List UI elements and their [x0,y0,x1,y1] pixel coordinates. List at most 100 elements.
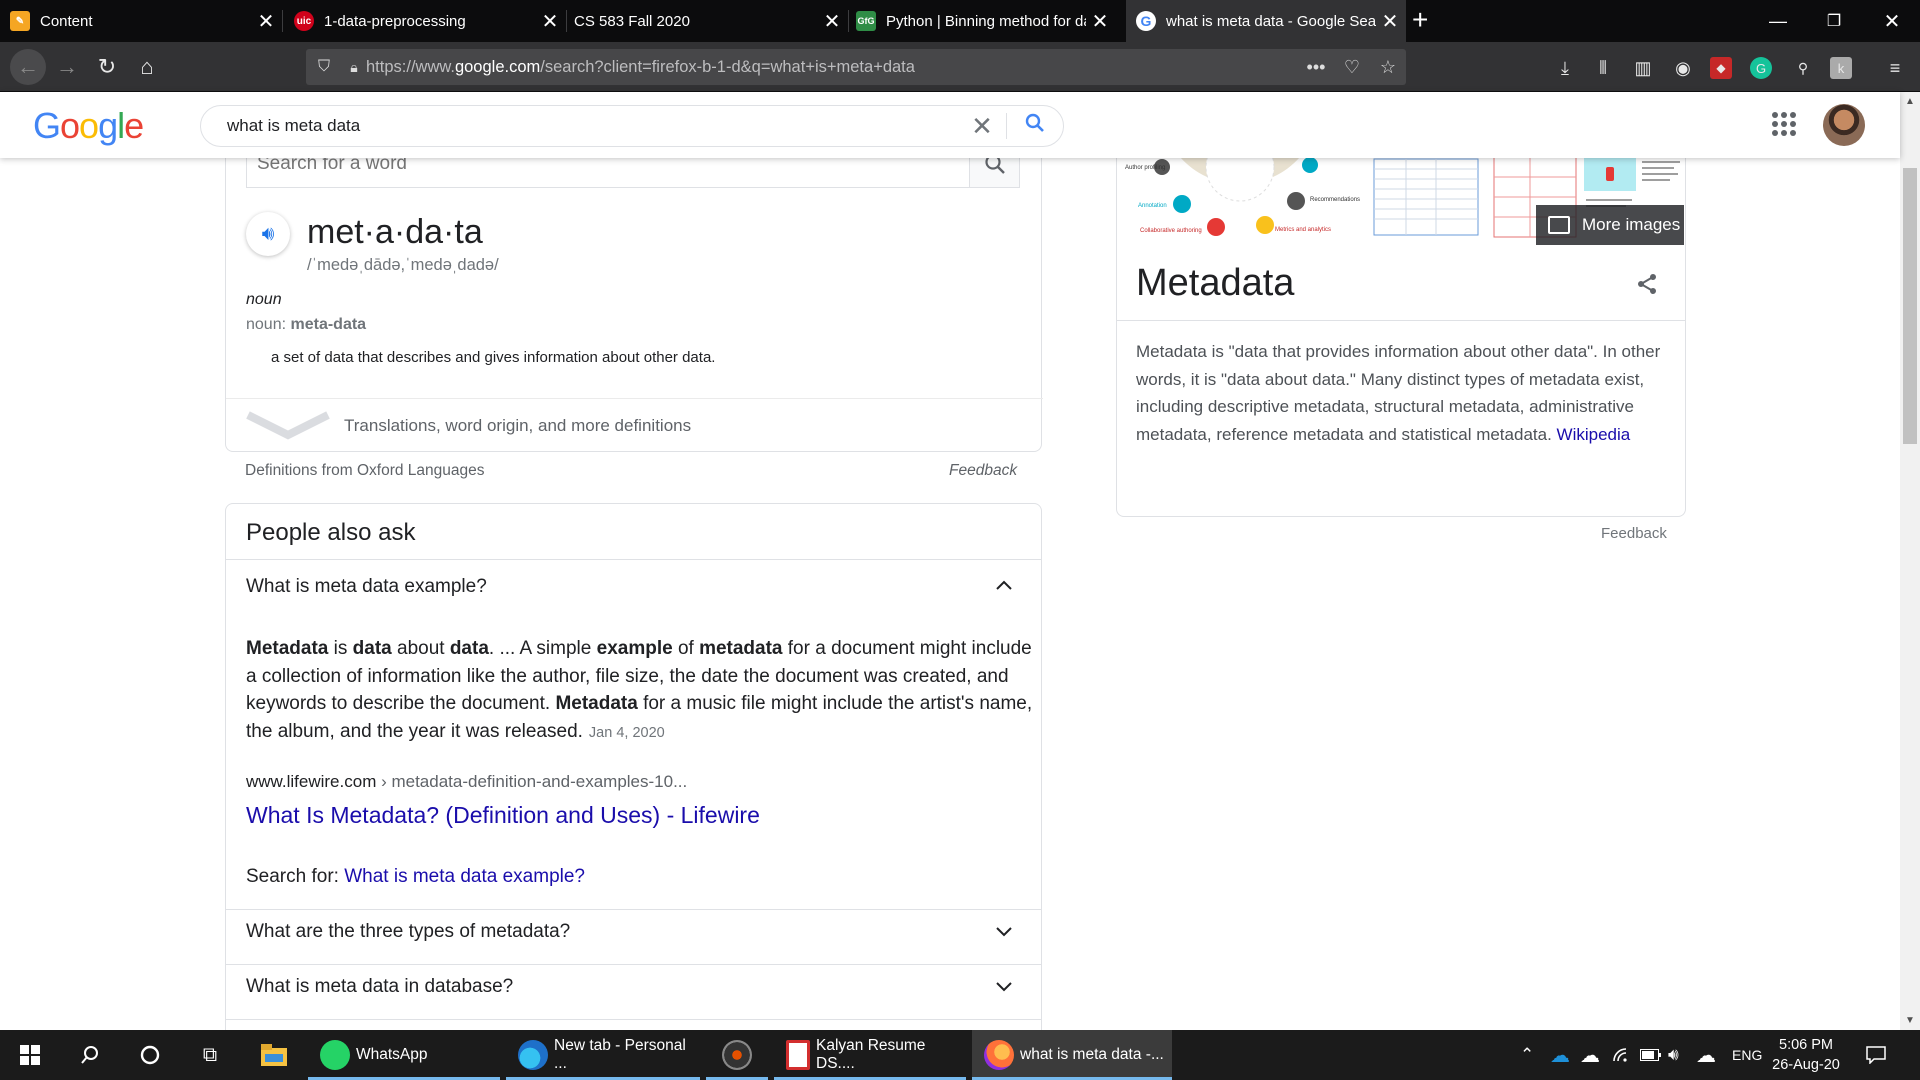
app-label: Kalyan Resume DS.... [816,1037,926,1072]
paa-question-expanded[interactable]: What is meta data example? [226,559,1041,614]
volume-icon[interactable]: 🔊︎ [1668,1030,1679,1080]
browser-tab-strip: ✎ Content ✕ uic 1-data-preprocessing ✕ C… [0,0,1920,42]
extension-icon[interactable]: k [1830,57,1852,79]
forward-icon[interactable]: → [52,52,82,82]
bookmark-star-icon[interactable]: ☆ [1370,57,1406,78]
extension-icon[interactable]: ◆ [1710,57,1732,79]
tab-content[interactable]: ✎ Content ✕ [0,0,280,42]
clock[interactable]: 5:06 PM 26-Aug-20 [1766,1035,1846,1075]
grammarly-icon[interactable]: G [1750,57,1772,79]
sidebar-icon[interactable]: ▥ [1630,55,1656,81]
search-icon[interactable] [60,1030,120,1080]
onedrive-personal-icon[interactable]: ☁ [1580,1030,1600,1080]
home-icon[interactable]: ⌂ [132,52,162,82]
taskbar-app-pdf[interactable]: Kalyan Resume DS.... [774,1030,966,1080]
more-definitions-toggle[interactable]: Translations, word origin, and more defi… [226,398,1043,451]
downloads-icon[interactable]: ⤓ [1552,55,1578,81]
metadata-diagram-image[interactable]: Author profiling Annotation Collaborativ… [1120,157,1362,269]
onedrive-icon[interactable]: ☁ [1550,1030,1570,1080]
speaker-icon[interactable]: 🔊︎ [246,212,290,256]
scrollbar-thumb[interactable] [1903,168,1917,444]
feedback-link[interactable]: Feedback [949,462,1017,480]
tab-data-preprocessing[interactable]: uic 1-data-preprocessing ✕ [284,0,564,42]
taskbar-app-firefox[interactable]: what is meta data -... [972,1030,1172,1080]
menu-icon[interactable]: ≡ [1882,55,1908,81]
new-tab-button[interactable]: + [1412,4,1428,36]
close-icon[interactable]: ✕ [252,9,280,34]
close-icon[interactable]: ✕ [818,9,846,34]
back-icon[interactable]: ← [10,49,46,85]
reload-icon[interactable]: ↻ [92,52,122,82]
file-explorer-icon[interactable] [244,1030,304,1080]
result-citation[interactable]: www.lifewire.com › metadata-definition-a… [246,772,687,792]
address-bar[interactable]: ⛉ 🔒︎ https://www.google.com/search?clien… [306,49,1406,85]
whatsapp-icon [320,1040,350,1070]
close-icon[interactable]: ✕ [1376,9,1404,34]
show-hidden-icons[interactable]: ⌃ [1520,1030,1534,1080]
google-logo[interactable]: Google [33,105,144,147]
more-images-button[interactable]: More images [1536,205,1684,245]
cloud-sync-icon[interactable]: ☁ [1696,1030,1716,1080]
google-header: Google ✕ [0,92,1900,158]
scroll-down-icon[interactable]: ▼ [1900,1015,1920,1026]
paa-question[interactable]: What is meta data in database? [226,964,1041,1009]
tab-google-search[interactable]: G what is meta data - Google Sea ✕ [1126,0,1406,42]
google-apps-icon[interactable] [1772,112,1796,136]
app-label: WhatsApp [356,1046,428,1063]
clear-icon[interactable]: ✕ [958,111,1006,142]
wikipedia-link[interactable]: Wikipedia [1557,425,1631,444]
metadata-table-image[interactable] [1366,157,1486,269]
tab-python-binning[interactable]: GfG Python | Binning method for da ✕ [846,0,1124,42]
restore-button[interactable]: ❐ [1806,0,1862,42]
window-close-button[interactable]: ✕ [1864,0,1920,42]
search-input[interactable] [227,116,958,136]
library-icon[interactable]: ⫴ [1590,55,1616,81]
close-icon[interactable]: ✕ [536,9,564,34]
language-indicator[interactable]: ENG [1732,1030,1762,1080]
clock-time: 5:06 PM [1779,1037,1833,1053]
windows-start-icon[interactable] [0,1030,60,1080]
chevron-up-icon[interactable] [996,574,1012,595]
account-icon[interactable]: ◉ [1670,55,1696,81]
close-icon[interactable]: ✕ [1086,9,1114,34]
svg-text:Collaborative authoring: Collaborative authoring [1140,228,1202,234]
paa-question[interactable]: What are the three types of metadata? [226,909,1041,954]
answer-date: Jan 4, 2020 [588,724,665,741]
notifications-icon[interactable] [1866,1030,1886,1080]
result-title-link[interactable]: What Is Metadata? (Definition and Uses) … [246,802,760,829]
tab-title: 1-data-preprocessing [324,12,466,30]
geeksforgeeks-icon: GfG [856,11,876,31]
task-view-icon[interactable]: ⧉ [180,1030,240,1080]
wifi-icon[interactable] [1612,1030,1632,1080]
minimize-button[interactable]: — [1750,0,1806,42]
taskbar-app-media[interactable] [706,1030,768,1080]
more-images-label: More images [1582,215,1681,234]
tab-cs583[interactable]: CS 583 Fall 2020 ✕ [564,0,846,42]
feedback-link[interactable]: Feedback [1601,525,1667,542]
tracking-shield-icon[interactable]: ⛉ [306,58,342,76]
taskbar-app-edge[interactable]: New tab - Personal ... [506,1030,700,1080]
tab-title: Python | Binning method for da [886,12,1086,30]
cortana-icon[interactable] [120,1030,180,1080]
page-actions-icon[interactable]: ••• [1298,57,1334,78]
search-for-link[interactable]: What is meta data example? [344,866,585,887]
dictionary-card: 🔊︎ met·a·da·ta /ˈmedəˌdādə,ˈmedəˌdadə/ n… [225,140,1043,452]
battery-icon[interactable] [1640,1030,1662,1080]
notes-icon: ✎ [10,11,30,31]
firefox-icon [984,1040,1014,1070]
search-for: Search for: What is meta data example? [246,866,586,887]
google-search-box[interactable]: ✕ [200,105,1064,147]
search-icon[interactable] [1007,113,1063,139]
taskbar-app-whatsapp[interactable]: WhatsApp [308,1030,500,1080]
word-form: noun: meta-data [246,316,367,333]
share-icon[interactable] [1635,272,1659,303]
page-scrollbar[interactable]: ▲ ▼ [1900,92,1920,1030]
extension-icon[interactable]: ⚲ [1790,55,1816,81]
chevron-down-icon[interactable] [996,921,1012,942]
pocket-icon[interactable]: ♡ [1334,57,1370,78]
scroll-up-icon[interactable]: ▲ [1900,96,1920,107]
url-text[interactable]: https://www.google.com/search?client=fir… [366,58,1298,77]
lock-icon[interactable]: 🔒︎ [342,59,366,76]
chevron-down-icon[interactable] [996,976,1012,997]
avatar[interactable] [1823,104,1865,146]
